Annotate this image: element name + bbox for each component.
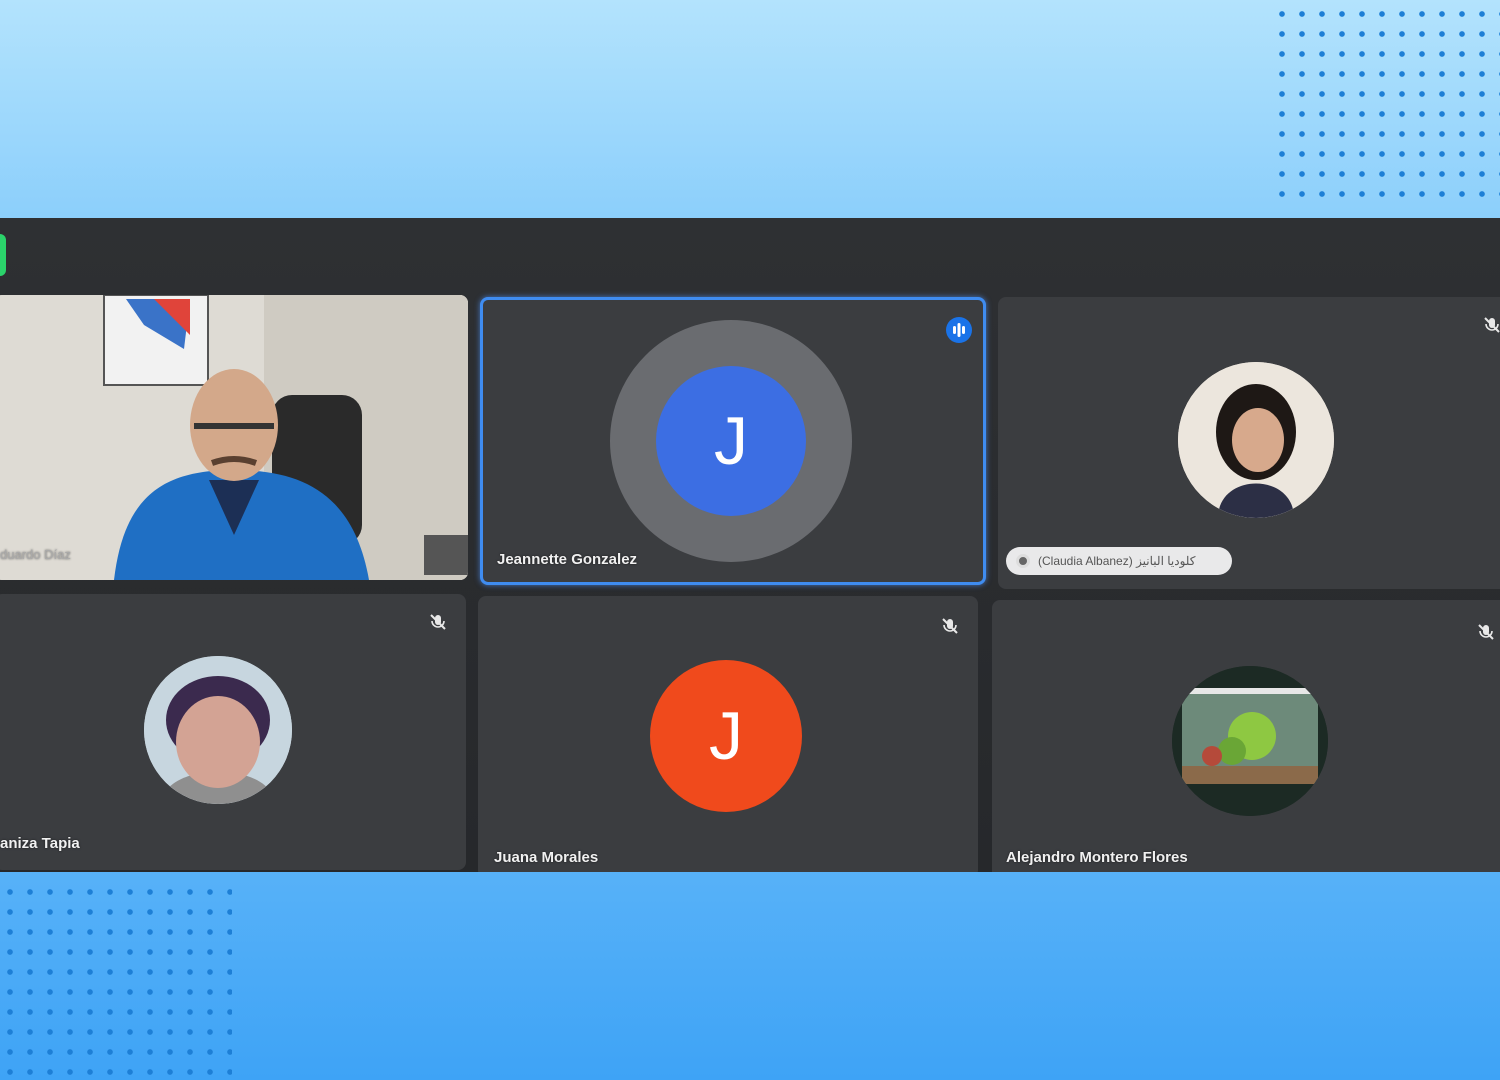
participant-tile-claudia[interactable]: (Claudia Albanez) كلوديا البانيز: [998, 297, 1500, 589]
participant-name: Juana Morales: [494, 849, 599, 866]
decorative-dot-grid-top: [1272, 4, 1500, 204]
profile-photo: [1172, 666, 1328, 816]
participant-tile-alejandro[interactable]: Alejandro Montero Flores: [992, 600, 1500, 872]
avatar-initial: J: [656, 366, 806, 516]
participant-tile-jeannette[interactable]: J Jeannette Gonzalez: [480, 297, 986, 585]
chip-label: (Claudia Albanez) كلوديا البانيز: [1038, 554, 1196, 568]
mic-off-icon: [1478, 624, 1494, 640]
participant-name: Jeannette Gonzalez: [497, 551, 638, 568]
decorative-dot-grid-bottom: [0, 882, 232, 1080]
profile-photo: [1178, 362, 1334, 518]
person-icon: [1016, 554, 1030, 568]
mic-off-icon: [942, 618, 958, 634]
speaking-indicator-icon: [946, 317, 972, 343]
participant-name: Alejandro Montero Flores: [1006, 849, 1188, 866]
profile-photo: [144, 656, 292, 804]
mic-off-icon: [1484, 317, 1500, 333]
participant-name: duardo Díaz: [0, 547, 71, 562]
mic-off-icon: [430, 614, 446, 630]
video-feed: [0, 295, 468, 580]
participant-tile-eduardo[interactable]: duardo Díaz: [0, 295, 468, 580]
participant-tile-juana[interactable]: J Juana Morales: [478, 596, 978, 872]
avatar-initial: J: [650, 660, 802, 812]
participant-tile-tapia[interactable]: aniza Tapia: [0, 594, 466, 870]
recording-indicator: [0, 234, 6, 276]
presenting-chip[interactable]: (Claudia Albanez) كلوديا البانيز: [1006, 547, 1232, 575]
video-call-window: duardo Díaz J Jeannette Gonzalez (Claudi…: [0, 218, 1500, 872]
participant-name: aniza Tapia: [0, 835, 80, 852]
